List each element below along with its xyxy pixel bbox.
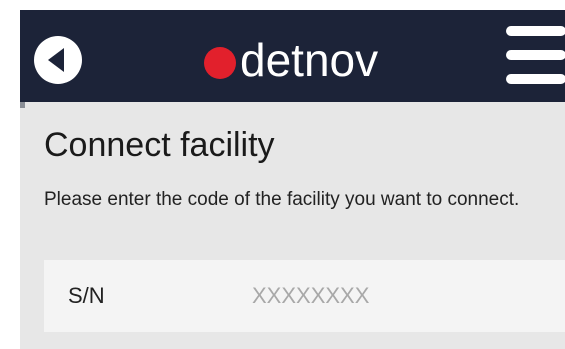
app-header: detnov <box>20 10 565 102</box>
hamburger-menu-icon-bar <box>506 74 565 84</box>
menu-button[interactable] <box>506 24 565 88</box>
brand-logo: detnov <box>204 32 378 88</box>
header-shadow-tick <box>20 102 25 108</box>
logo-dot <box>204 47 236 79</box>
hamburger-menu-icon <box>506 26 565 36</box>
logo-text: detnov <box>240 34 379 86</box>
page-title: Connect facility <box>44 126 275 164</box>
back-button[interactable] <box>34 36 82 84</box>
serial-number-input[interactable] <box>252 276 552 316</box>
connect-facility-panel: Connect facility Please enter the code o… <box>20 102 565 349</box>
page-description: Please enter the code of the facility yo… <box>44 189 520 210</box>
hamburger-menu-icon-bar <box>506 50 565 60</box>
back-arrow-circle-icon <box>48 48 64 72</box>
serial-number-label: S/N <box>68 283 105 308</box>
app-screen: detnov Connect facility Please enter the… <box>0 0 565 349</box>
serial-number-row: S/N <box>44 260 565 332</box>
